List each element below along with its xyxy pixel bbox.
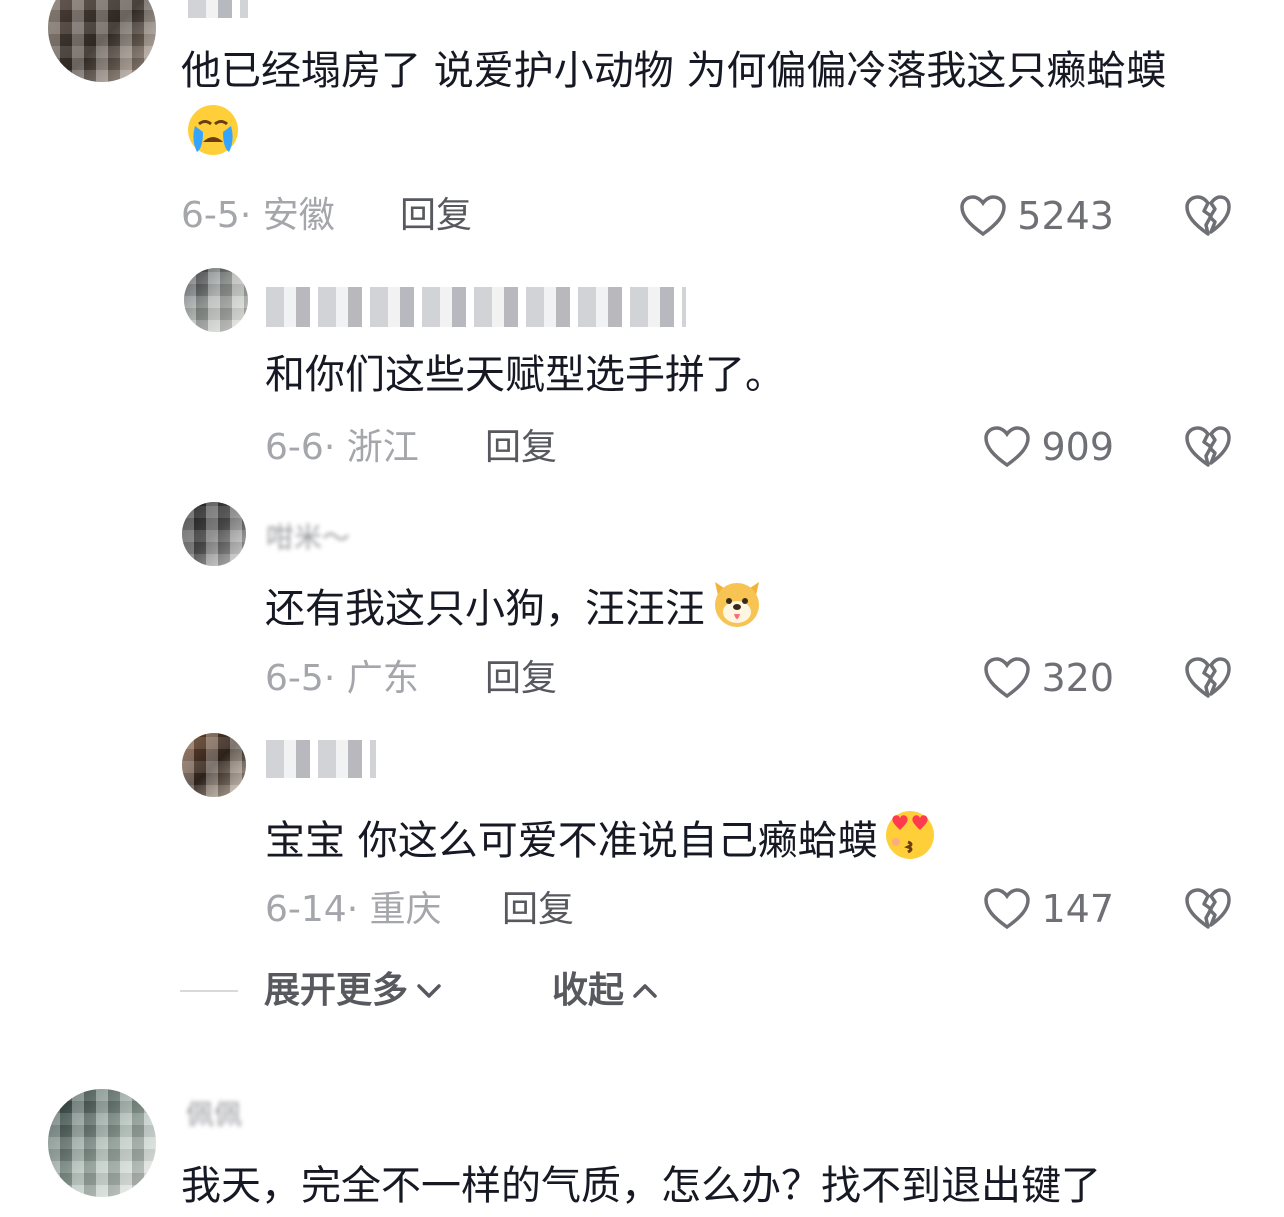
like-count: 5243	[1017, 194, 1114, 238]
expand-more-button[interactable]: 展开更多	[264, 966, 442, 1016]
dog-face-icon	[715, 582, 759, 627]
username[interactable]: 咁米～	[266, 518, 350, 558]
comment-location: 安徽	[262, 195, 335, 236]
like-count: 909	[1041, 425, 1114, 469]
chevron-down-icon	[417, 984, 441, 998]
like-button[interactable]: 909	[983, 422, 1114, 472]
loudly-crying-face-icon	[188, 105, 238, 155]
comment-text: 我天，完全不一样的气质，怎么办？找不到退出键了	[181, 1163, 1101, 1209]
chevron-up-icon	[633, 984, 657, 998]
comment-meta: 6-6· 浙江	[265, 427, 419, 468]
thread-controls: 展开更多 收起	[180, 966, 780, 1016]
comment-text: 还有我这只小狗，汪汪汪	[265, 574, 765, 640]
username-redacted	[188, 0, 248, 18]
reply-button[interactable]: 回复	[485, 657, 557, 701]
comment-date: 6-6	[265, 427, 324, 468]
username-redacted	[266, 740, 376, 778]
avatar[interactable]	[184, 268, 248, 332]
comment-date: 6-14	[265, 889, 347, 930]
like-count: 320	[1041, 656, 1114, 700]
collapse-label: 收起	[552, 970, 625, 1011]
broken-heart-icon[interactable]	[1184, 423, 1232, 471]
comment-date: 6-5	[265, 658, 324, 699]
avatar[interactable]	[182, 502, 246, 566]
broken-heart-icon[interactable]	[1184, 192, 1232, 240]
comment-meta: 6-5· 广东	[265, 658, 419, 699]
expand-more-label: 展开更多	[264, 970, 409, 1011]
comment-text: 和你们这些天赋型选手拼了。	[265, 352, 785, 398]
comment-text: 他已经塌房了 说爱护小动物 为何偏偏冷落我这只癞蛤蟆	[181, 40, 1221, 168]
broken-heart-icon[interactable]	[1184, 654, 1232, 702]
comment-text: 宝宝 你这么可爱不准说自己癞蛤蟆	[265, 806, 938, 872]
comment-location: 广东	[346, 658, 419, 699]
heart-icon	[984, 426, 1031, 468]
collapse-button[interactable]: 收起	[552, 966, 658, 1016]
username[interactable]: 佩佩	[186, 1095, 242, 1135]
comment-meta: 6-5· 安徽	[181, 195, 335, 236]
like-button[interactable]: 320	[983, 653, 1114, 703]
heart-icon	[984, 657, 1031, 699]
like-count: 147	[1041, 887, 1114, 931]
divider	[180, 990, 238, 992]
username-redacted	[266, 287, 686, 327]
comment-meta: 6-14· 重庆	[265, 889, 442, 930]
heart-icon	[984, 888, 1031, 930]
heart-eyes-kiss-face-icon	[885, 811, 934, 859]
comment-date: 6-5	[181, 195, 240, 236]
avatar[interactable]	[48, 1089, 156, 1197]
broken-heart-icon[interactable]	[1184, 885, 1232, 933]
like-button[interactable]: 5243	[959, 191, 1114, 241]
comment-location: 重庆	[369, 889, 442, 930]
reply-button[interactable]: 回复	[502, 888, 574, 932]
reply-button[interactable]: 回复	[400, 194, 472, 238]
heart-icon	[960, 195, 1007, 237]
like-button[interactable]: 147	[983, 884, 1114, 934]
avatar[interactable]	[48, 0, 156, 82]
avatar[interactable]	[182, 733, 246, 797]
comment-location: 浙江	[346, 427, 419, 468]
reply-button[interactable]: 回复	[485, 426, 557, 470]
